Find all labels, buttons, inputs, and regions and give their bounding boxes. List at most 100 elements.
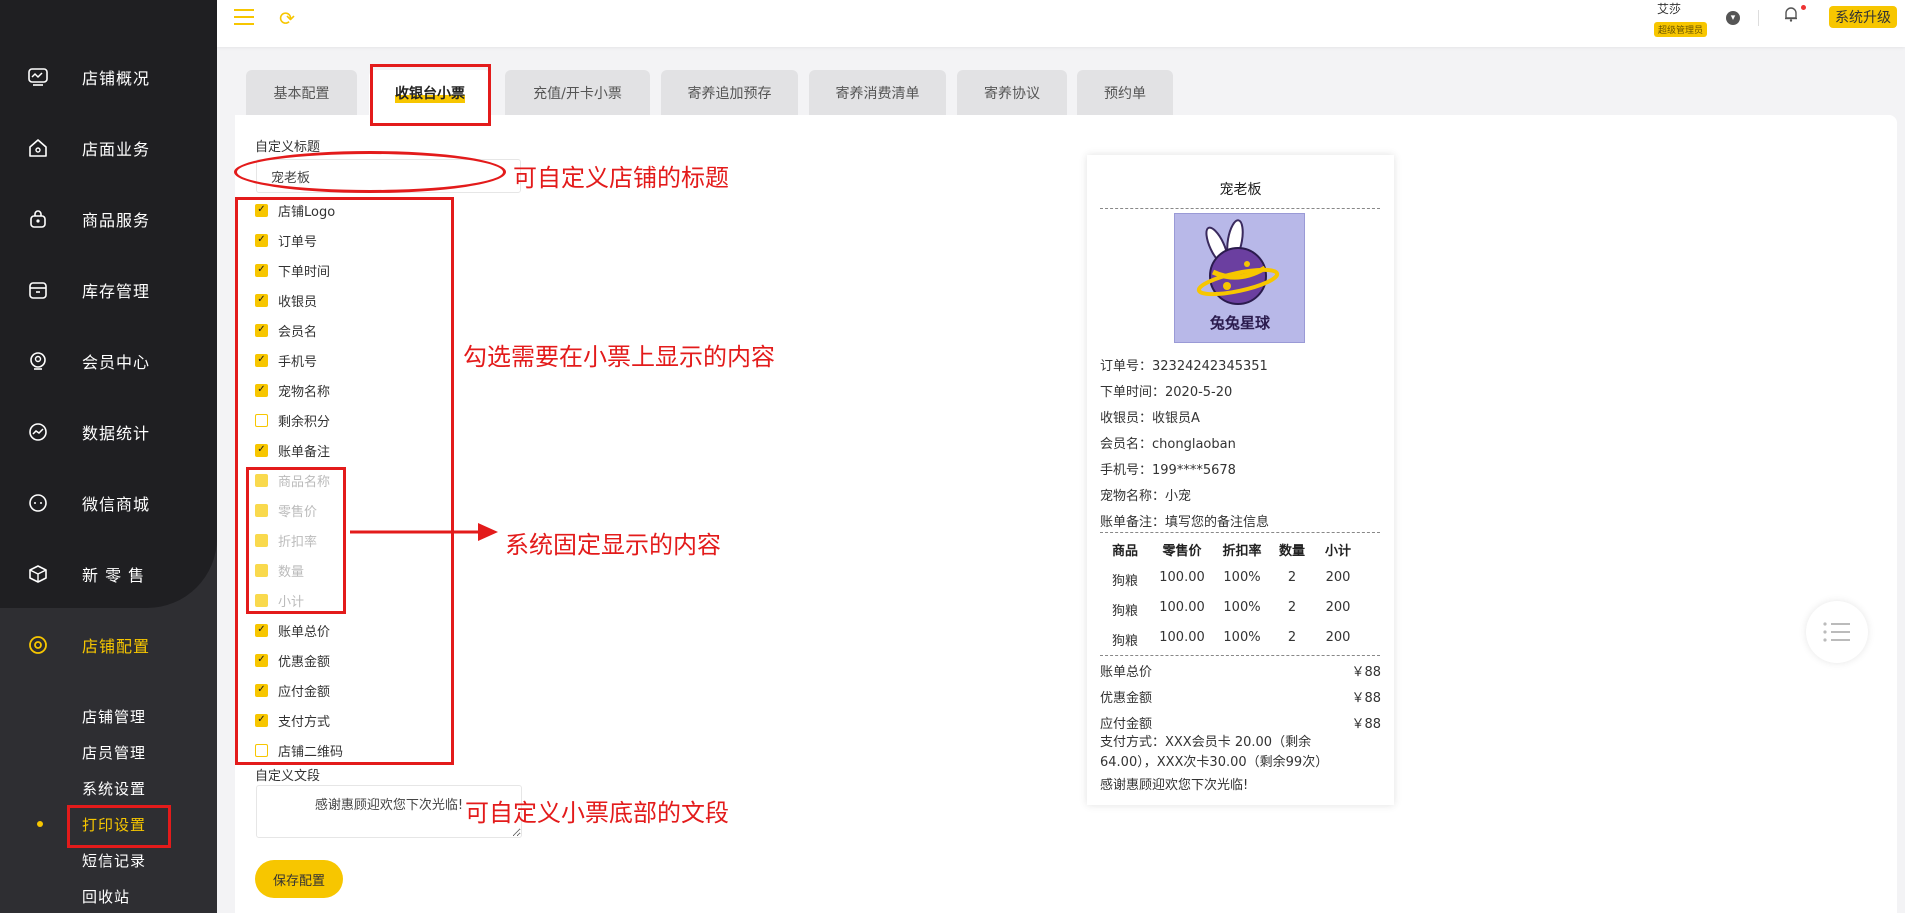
receipt-table-cell: 100.00 <box>1159 600 1205 615</box>
sidebar-item-label: 库存管理 <box>82 281 151 301</box>
sidebar-item-store-config[interactable]: 店铺配置 <box>0 609 217 680</box>
receipt-phone: 手机号：199****5678 <box>1100 463 1236 478</box>
sidebar-item-label: 商品服务 <box>82 210 151 230</box>
annotation-box-print-settings <box>67 805 171 848</box>
receipt-col-header: 数量 <box>1278 544 1305 559</box>
sidebar-item-inventory[interactable]: 库存管理 <box>0 254 217 325</box>
sidebar: 店铺概况 店面业务 商品服务 库存管理 会员中心 数据统计 微信商城 新 零 售… <box>0 0 217 913</box>
receipt-table-cell: 100.00 <box>1159 570 1205 585</box>
sidebar-subitem-sms-records[interactable]: 短信记录 <box>82 850 146 871</box>
sidebar-subitem-store-manage[interactable]: 店铺管理 <box>82 706 146 727</box>
user-role-badge: 超级管理员 <box>1653 22 1707 37</box>
sidebar-subitem-system-settings[interactable]: 系统设置 <box>82 778 146 799</box>
settings-icon <box>26 633 50 657</box>
chat-icon <box>26 491 50 515</box>
receipt-divider <box>1100 208 1380 209</box>
receipt-payment-method: 支付方式：XXX会员卡 20.00（剩余64.00），XXX次卡30.00（剩余… <box>1100 735 1329 770</box>
receipt-table-cell: 100.00 <box>1159 630 1205 645</box>
receipt-table-cell: 狗粮 <box>1111 604 1138 619</box>
receipt-footer-text: 感谢惠顾迎欢您下次光临! <box>1100 778 1249 793</box>
receipt-table-cell: 100% <box>1223 570 1261 585</box>
sidebar-item-store-business[interactable]: 店面业务 <box>0 112 217 183</box>
bell-icon[interactable] <box>1784 6 1798 26</box>
receipt-table-cell: 狗粮 <box>1111 634 1138 649</box>
sidebar-item-product-service[interactable]: 商品服务 <box>0 183 217 254</box>
receipt-table-cell: 2 <box>1287 570 1297 585</box>
receipt-col-header: 折扣率 <box>1222 544 1262 559</box>
active-indicator-dot <box>37 821 43 827</box>
tab-basic-config[interactable]: 基本配置 <box>246 70 357 115</box>
system-upgrade-button[interactable]: 系统升级 <box>1829 6 1897 28</box>
receipt-total-value: ￥88 <box>1351 665 1381 680</box>
sidebar-item-statistics[interactable]: 数据统计 <box>0 396 217 467</box>
refresh-icon[interactable]: ⟳ <box>279 8 295 30</box>
receipt-order-time: 下单时间：2020-5-20 <box>1100 385 1233 400</box>
annotation-footer-text: 可自定义小票底部的文段 <box>465 799 729 827</box>
chevron-down-icon[interactable]: ▾ <box>1726 11 1740 25</box>
receipt-title: 宠老板 <box>1219 182 1262 198</box>
receipt-order-no: 订单号：32324242345351 <box>1100 359 1268 374</box>
receipt-discount-label: 优惠金额 <box>1100 691 1153 706</box>
tab-boarding-prepay[interactable]: 寄养追加预存 <box>661 70 798 115</box>
annotation-box-fixed <box>246 467 346 614</box>
tab-label: 充值/开卡小票 <box>533 85 622 102</box>
receipt-table-cell: 100% <box>1223 600 1261 615</box>
annotation-title-text: 可自定义店铺的标题 <box>513 164 729 192</box>
menu-toggle-icon[interactable] <box>234 9 254 25</box>
receipt-divider <box>1100 532 1380 533</box>
receipt-col-header: 商品 <box>1111 544 1138 559</box>
store-logo: 兔兔星球 <box>1174 213 1305 343</box>
receipt-table-cell: 200 <box>1325 570 1351 585</box>
sidebar-subitem-staff-manage[interactable]: 店员管理 <box>82 742 146 763</box>
receipt-table-cell: 2 <box>1287 630 1297 645</box>
tab-recharge-receipt[interactable]: 充值/开卡小票 <box>505 70 650 115</box>
receipt-payable-label: 应付金额 <box>1100 717 1153 732</box>
sidebar-item-label: 会员中心 <box>82 352 151 372</box>
cube-icon <box>26 562 50 586</box>
box-icon <box>26 278 50 302</box>
home-icon <box>26 136 50 160</box>
tab-boarding-consume[interactable]: 寄养消费清单 <box>809 70 946 115</box>
user-name: 艾莎 <box>1656 2 1681 16</box>
tab-appointment[interactable]: 预约单 <box>1077 70 1173 115</box>
chart-icon <box>26 420 50 444</box>
receipt-divider <box>1100 655 1380 656</box>
annotation-ellipse-title <box>234 151 506 193</box>
receipt-payable-value: ￥88 <box>1351 717 1381 732</box>
tab-boarding-agreement[interactable]: 寄养协议 <box>957 70 1067 115</box>
annotation-box-tab <box>370 64 491 126</box>
receipt-table-cell: 200 <box>1325 630 1351 645</box>
receipt-col-header: 小计 <box>1324 544 1351 559</box>
tab-label: 寄养追加预存 <box>687 85 772 102</box>
save-button[interactable]: 保存配置 <box>255 860 343 898</box>
monitor-icon <box>26 65 50 89</box>
tab-label: 寄养协议 <box>984 85 1040 102</box>
receipt-table-cell: 2 <box>1287 600 1297 615</box>
header-divider <box>1758 10 1759 26</box>
sidebar-subitem-recycle-bin[interactable]: 回收站 <box>82 886 130 907</box>
notification-dot <box>1801 5 1806 10</box>
member-icon <box>26 349 50 373</box>
receipt-cashier: 收银员：收银员A <box>1100 411 1200 426</box>
annotation-arrow <box>350 523 498 541</box>
sidebar-item-store-overview[interactable]: 店铺概况 <box>0 41 217 112</box>
sidebar-item-label: 店面业务 <box>82 139 151 159</box>
sidebar-item-new-retail[interactable]: 新 零 售 <box>0 538 217 609</box>
receipt-table-cell: 100% <box>1223 630 1261 645</box>
sidebar-item-label: 店铺配置 <box>82 636 151 656</box>
list-menu-icon[interactable] <box>1806 601 1868 663</box>
top-header: ⟳ 艾莎 超级管理员 ▾ 系统升级 <box>217 0 1905 47</box>
annotation-fixed-text: 系统固定显示的内容 <box>505 531 721 559</box>
tab-label: 预约单 <box>1104 85 1146 102</box>
receipt-preview: 宠老板 兔兔星球 订单号：32324242345351 下单时间：2020-5-… <box>1087 155 1394 805</box>
sidebar-item-wechat-mall[interactable]: 微信商城 <box>0 467 217 538</box>
sidebar-item-label: 店铺概况 <box>82 68 151 88</box>
tab-label: 基本配置 <box>273 85 330 102</box>
receipt-discount-value: ￥88 <box>1351 691 1381 706</box>
annotation-select-text: 勾选需要在小票上显示的内容 <box>463 343 775 371</box>
receipt-table-cell: 狗粮 <box>1111 574 1138 589</box>
tab-label: 寄养消费清单 <box>835 85 920 102</box>
bag-icon <box>26 207 50 231</box>
sidebar-item-member-center[interactable]: 会员中心 <box>0 325 217 396</box>
receipt-note: 账单备注：填写您的备注信息 <box>1100 515 1270 530</box>
